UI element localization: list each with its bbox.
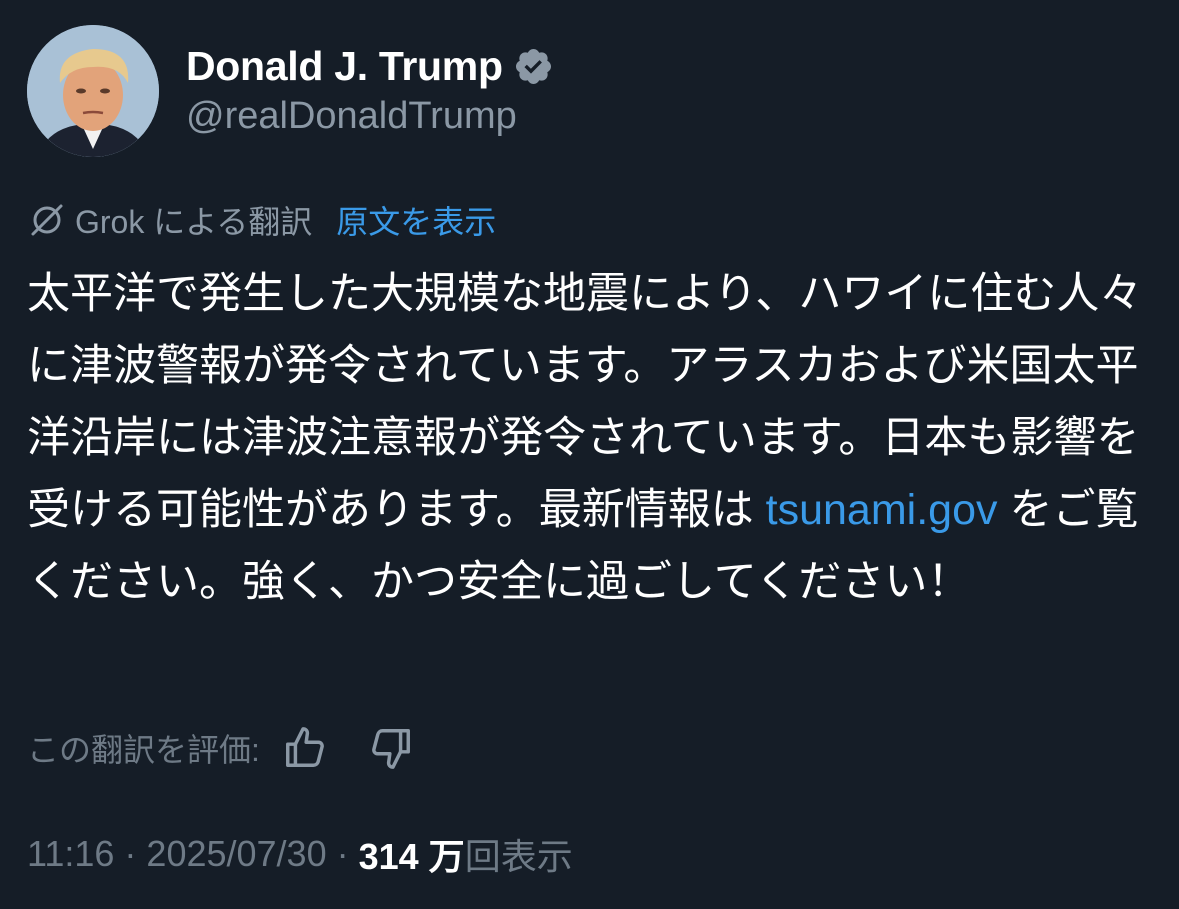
views-count: 314 万 — [358, 836, 465, 877]
verified-badge-icon[interactable] — [513, 46, 554, 87]
display-name[interactable]: Donald J. Trump — [186, 43, 503, 90]
avatar-image — [27, 25, 159, 157]
tsunami-link[interactable]: tsunami.gov — [766, 486, 998, 534]
translation-label: Grok による翻訳 — [75, 204, 313, 240]
avatar[interactable] — [27, 25, 159, 157]
user-handle[interactable]: @realDonaldTrump — [186, 95, 517, 138]
rating-label: この翻訳を評価: — [27, 732, 260, 768]
show-original-link[interactable]: 原文を表示 — [336, 197, 496, 243]
tweet-text: 太平洋で発生した大規模な地震により、ハワイに住む人々に津波警報が発令されています… — [27, 258, 1157, 618]
thumbs-up-icon[interactable] — [282, 725, 328, 771]
tweet-time[interactable]: 11:16 — [27, 833, 114, 875]
tweet-date[interactable]: 2025/07/30 — [146, 833, 326, 875]
views-label: 回表示 — [464, 836, 573, 877]
user-name-row: Donald J. Trump — [186, 40, 554, 92]
translation-header: Grok による翻訳 原文を表示 — [27, 196, 496, 244]
tweet-meta: 11:16 · 2025/07/30 · 314 万回表示 — [27, 828, 573, 880]
grok-icon — [27, 200, 67, 240]
meta-separator: · — [114, 833, 147, 874]
translation-rating: この翻訳を評価: — [27, 722, 414, 774]
meta-separator: · — [326, 833, 359, 874]
thumbs-down-icon[interactable] — [368, 725, 414, 771]
